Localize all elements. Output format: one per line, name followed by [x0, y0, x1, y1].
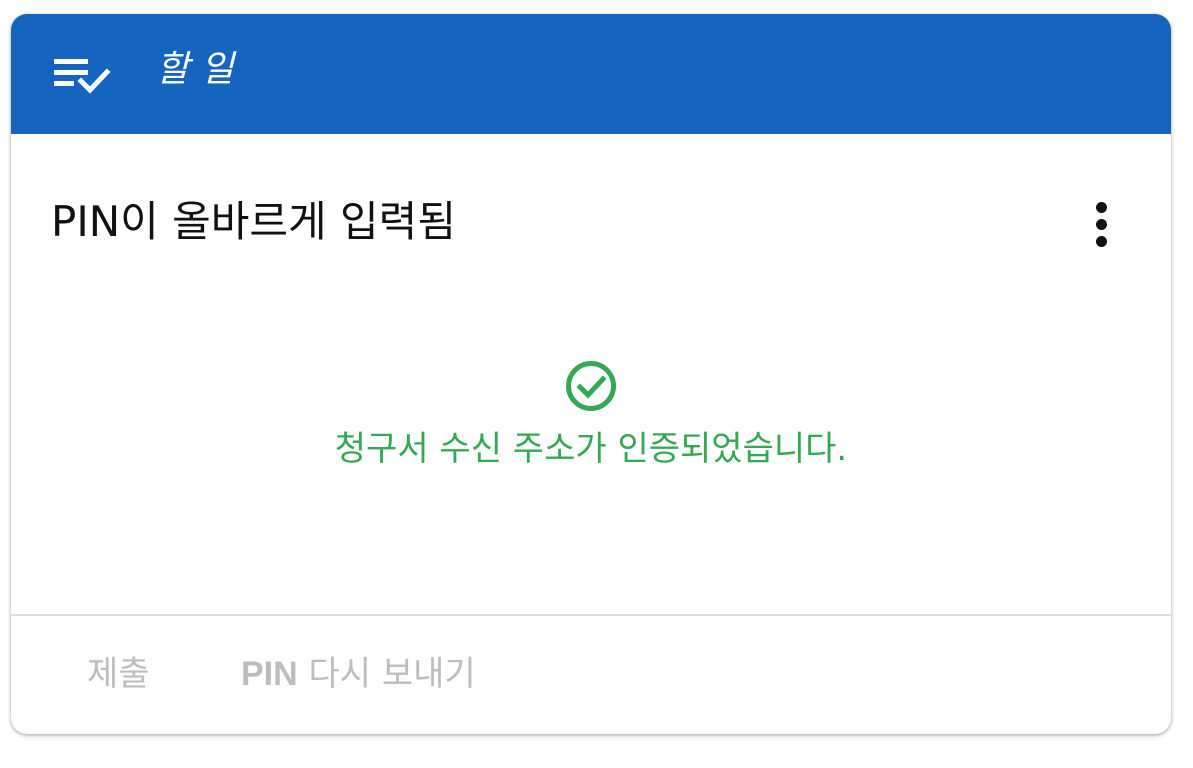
card-title: PIN이 올바르게 입력됨 — [51, 197, 456, 246]
card-actions: 제출 PIN 다시 보내기 — [11, 616, 1171, 734]
resend-pin-label: PIN 다시 보내기 — [241, 654, 476, 694]
header-title: 할 일 — [156, 49, 234, 90]
card-header: 할 일 — [11, 14, 1171, 134]
checklist-icon — [54, 59, 111, 94]
check-circle-icon — [566, 361, 616, 411]
submit-button[interactable]: 제출 — [87, 652, 150, 696]
more-vert-icon — [1095, 201, 1107, 213]
more-options-button[interactable] — [1079, 196, 1123, 252]
more-vert-icon-dot — [1095, 218, 1107, 230]
status-message: 청구서 수신 주소가 인증되었습니다. — [334, 429, 848, 469]
more-vert-icon-dot — [1095, 235, 1107, 247]
task-card: 할 일 PIN이 올바르게 입력됨 청구서 수신 주소가 인증되었습니다. 제출… — [11, 14, 1171, 734]
resend-pin-button[interactable]: PIN 다시 보내기 — [241, 652, 476, 696]
